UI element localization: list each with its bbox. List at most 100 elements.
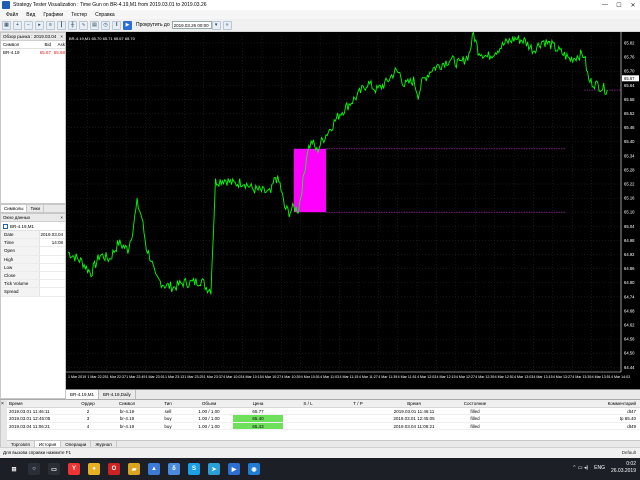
- y-tick-label: 64.98: [624, 238, 635, 243]
- chrome-icon[interactable]: ●: [88, 463, 100, 475]
- trade-symbol: br-4.19: [119, 408, 135, 414]
- close-icon[interactable]: ×: [60, 33, 65, 40]
- zoom-out-icon[interactable]: −: [24, 20, 33, 30]
- pause-icon[interactable]: ‖: [112, 20, 121, 30]
- x-tick-label: 4 Mar 10:39: [281, 375, 300, 379]
- templates-icon[interactable]: ▤: [90, 20, 99, 30]
- tray-icons[interactable]: ⌃ ▭ ◂): [572, 465, 588, 472]
- table-row[interactable]: 2019.03.04 11:06:21 4 br-4.19 buy 1.00 / 1.0…: [7, 422, 640, 430]
- skip-go-icon[interactable]: »: [222, 20, 232, 30]
- close-button[interactable]: ✕: [626, 0, 640, 10]
- speed-icon[interactable]: ◷: [101, 20, 110, 30]
- zoom-in-icon[interactable]: +: [13, 20, 22, 30]
- chart-shift-icon[interactable]: ▸: [35, 20, 44, 30]
- menu-file[interactable]: Файл: [2, 12, 22, 18]
- row-value: [40, 264, 65, 271]
- close-icon[interactable]: ×: [1, 401, 4, 407]
- y-tick-label: 64.80: [624, 280, 635, 285]
- trade-state: filled: [470, 408, 480, 414]
- table-row[interactable]: 2019.03.01 12:45:05 3 br-4.19 buy 1.00 / 1.0…: [7, 415, 640, 423]
- trade-sl: [283, 408, 333, 415]
- bar-chart-icon[interactable]: ┃: [57, 20, 66, 30]
- chart-svg[interactable]: 65.82 65.76 65.70 65.64 65.58 65.52 65.46 65.40…: [66, 32, 640, 389]
- column-sl[interactable]: S / L: [283, 400, 333, 407]
- windows-start-icon[interactable]: ⊞: [8, 463, 20, 475]
- maximize-button[interactable]: ☐: [612, 0, 626, 10]
- x-tick-label: 4 Mar 11:15: [340, 375, 359, 379]
- x-tick-label: 1 Mar 22:37: [107, 375, 126, 379]
- column-order[interactable]: Ордер: [73, 400, 103, 407]
- app-icon[interactable]: δ: [168, 463, 180, 475]
- tester-app-icon[interactable]: ◉: [248, 463, 260, 475]
- table-row: Low: [1, 263, 65, 272]
- x-tick-label: 1 Mar 22:49: [126, 375, 145, 379]
- trade-symbol: br-4.19: [119, 423, 135, 429]
- app-window: Strategy Tester Visualization : Time Gun…: [0, 0, 640, 480]
- column-price[interactable]: Цена: [233, 400, 283, 407]
- column-symbol[interactable]: Символ: [103, 400, 151, 407]
- play-icon[interactable]: ▶: [123, 20, 132, 30]
- column-type[interactable]: Тип: [151, 400, 185, 407]
- task-view-icon[interactable]: ▭: [48, 463, 60, 475]
- menu-view[interactable]: Вид: [22, 12, 39, 18]
- calendar-icon[interactable]: ▾: [211, 20, 221, 30]
- minimize-button[interactable]: —: [598, 0, 612, 10]
- row-value: 14:08: [51, 240, 63, 246]
- menu-charts[interactable]: Графики: [39, 12, 67, 18]
- row-value: [40, 256, 65, 263]
- list-item[interactable]: BR-4.19 65.67 65.68: [1, 49, 65, 57]
- folder-icon[interactable]: ▰: [128, 463, 140, 475]
- skype-icon[interactable]: S: [188, 463, 200, 475]
- autoscroll-icon[interactable]: ≡: [46, 20, 55, 30]
- search-icon[interactable]: ○: [28, 463, 40, 475]
- tab-ticks[interactable]: Тики: [27, 205, 45, 212]
- chart-symbol-label: BR-4.19,M1 65.70 65.71 65.67 65.70: [69, 36, 136, 41]
- column-ask: Ask: [57, 42, 65, 47]
- telegram-icon[interactable]: ➤: [208, 463, 220, 475]
- metatrader-icon[interactable]: ▲: [148, 463, 160, 475]
- y-tick-label: 64.68: [624, 308, 635, 313]
- y-tick-label: 64.62: [624, 323, 635, 328]
- x-tick-label: 4 Mar 10:51: [301, 375, 320, 379]
- current-price-label: 65.67: [624, 76, 635, 81]
- terminal-app-icon[interactable]: ▶: [228, 463, 240, 475]
- column-time[interactable]: Время: [7, 400, 73, 407]
- column-comment[interactable]: Комментарий: [505, 400, 640, 407]
- status-bar: Для вызова справки нажмите F1 Default: [0, 447, 640, 458]
- y-tick-label: 65.76: [624, 55, 635, 60]
- column-time-done[interactable]: Время: [383, 400, 445, 407]
- x-tick-label: 4 Mar 13:15: [533, 375, 552, 379]
- trade-time-done: 2019.03.01 11:46:11: [393, 408, 435, 414]
- clock[interactable]: 0:02 26.03.2019: [611, 461, 636, 475]
- close-icon[interactable]: ×: [60, 214, 65, 221]
- language-indicator[interactable]: ENG: [594, 465, 605, 472]
- trade-symbol: br-4.19: [119, 416, 135, 421]
- row-label: Tick Volume: [1, 280, 41, 288]
- row-label: Close: [1, 271, 41, 280]
- chart-symbol-icon: [3, 223, 8, 229]
- trade-price: 65.40: [233, 415, 283, 422]
- column-tp[interactable]: T / P: [333, 400, 383, 407]
- x-tick-label: 4 Mar 12:27: [456, 375, 475, 379]
- status-help-text: Для вызова справки нажмите F1: [3, 450, 72, 455]
- trade-time: 2019.03.04 11:06:21: [9, 423, 50, 429]
- column-volume[interactable]: Объем: [185, 400, 233, 407]
- trade-comment: dt47: [627, 408, 636, 414]
- new-chart-icon[interactable]: ▦: [2, 20, 11, 30]
- price-chart[interactable]: 65.82 65.76 65.70 65.64 65.58 65.52 65.46 65.40…: [66, 32, 640, 399]
- x-tick-label: 1 Mar 23:37: [204, 375, 223, 379]
- yandex-browser-icon[interactable]: Y: [68, 463, 80, 475]
- trade-time: 2019.03.01 12:45:05: [9, 416, 51, 421]
- opera-icon[interactable]: O: [108, 463, 120, 475]
- tab-symbols[interactable]: Символы: [1, 205, 28, 212]
- tab-chart-daily[interactable]: BR-4.19,Daily: [99, 390, 136, 399]
- tab-chart-m1[interactable]: BR-4.19,M1: [66, 390, 100, 399]
- line-chart-icon[interactable]: ∿: [79, 20, 88, 30]
- table-row[interactable]: 2019.03.01 11:46:11 2 br-4.19 sell 1.00 / 1.…: [7, 408, 640, 415]
- trade-price: 65.77: [252, 408, 264, 414]
- menu-help[interactable]: Справка: [91, 12, 119, 18]
- candle-chart-icon[interactable]: ╫: [68, 20, 77, 30]
- menu-tester[interactable]: Тестер: [67, 12, 91, 18]
- skip-to-date-input[interactable]: 2019.03.26 00:00: [171, 21, 212, 29]
- column-state[interactable]: Состояние: [445, 400, 505, 407]
